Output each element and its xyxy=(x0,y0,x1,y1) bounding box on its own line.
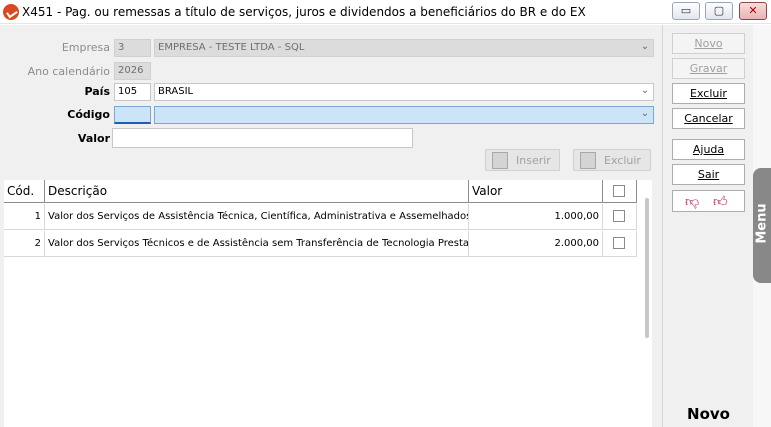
gravar-label: Gravar xyxy=(689,62,728,75)
row-cod: 1 xyxy=(4,204,45,230)
inserir-label: Inserir xyxy=(516,154,551,167)
trash-icon xyxy=(580,152,596,169)
pais-label: País xyxy=(84,85,110,98)
menu-tab-label: Menu xyxy=(754,203,770,244)
codigo-label: Código xyxy=(67,108,110,121)
row-descricao: Valor dos Serviços Técnicos e de Assistê… xyxy=(45,231,469,257)
valor-label: Valor xyxy=(77,132,110,145)
row-select-cell xyxy=(603,231,637,257)
gravar-button[interactable]: Gravar xyxy=(672,58,745,79)
row-descricao: Valor dos Serviços de Assistência Técnic… xyxy=(45,204,469,230)
menu-tab[interactable]: Menu xyxy=(753,168,771,283)
ano-label: Ano calendário xyxy=(27,65,110,78)
row-checkbox[interactable] xyxy=(613,210,625,222)
column-header-valor[interactable]: Valor xyxy=(469,180,603,203)
valor-field[interactable] xyxy=(112,128,413,148)
inserir-button[interactable]: Inserir xyxy=(485,149,560,171)
status-mode: Novo xyxy=(687,405,730,423)
sair-button[interactable]: Sair xyxy=(672,164,745,185)
window-titlebar: X451 - Pag. ou remessas a título de serv… xyxy=(0,0,771,24)
row-valor: 1.000,00 xyxy=(469,204,603,230)
document-icon xyxy=(492,152,508,169)
pais-name: BRASIL xyxy=(158,86,194,97)
minimize-button[interactable]: ▭ xyxy=(672,2,700,20)
ano-field: 2026 xyxy=(114,62,151,80)
thumbs-down-icon[interactable]: 👎︎ xyxy=(685,193,699,210)
column-header-cod[interactable]: Cód. xyxy=(4,180,45,203)
table-header: Cód. Descrição Valor xyxy=(4,180,637,203)
excluir-row-label: Excluir xyxy=(604,154,641,167)
row-checkbox[interactable] xyxy=(613,237,625,249)
items-table: Cód. Descrição Valor 1 Valor dos Serviço… xyxy=(4,180,652,427)
action-sidebar: Novo Gravar Excluir Cancelar Ajuda Sair … xyxy=(662,25,753,427)
pais-select[interactable]: BRASIL ⌄ xyxy=(154,83,654,101)
thumbs-up-icon[interactable]: 👍︎ xyxy=(713,193,728,210)
excluir-row-button[interactable]: Excluir xyxy=(573,149,651,171)
codigo-select[interactable]: ⌄ xyxy=(154,106,654,124)
feedback-buttons: 👎︎ 👍︎ xyxy=(672,190,745,212)
chevron-down-icon[interactable]: ⌄ xyxy=(639,85,651,99)
excluir-label: Excluir xyxy=(690,87,727,100)
table-row[interactable]: 1 Valor dos Serviços de Assistência Técn… xyxy=(4,204,637,230)
close-button[interactable]: ✕ xyxy=(739,2,767,20)
novo-label: Novo xyxy=(694,37,723,50)
excluir-button[interactable]: Excluir xyxy=(672,83,745,104)
vertical-scrollbar[interactable] xyxy=(645,198,649,338)
column-header-descricao[interactable]: Descrição xyxy=(45,180,469,203)
select-all-checkbox[interactable] xyxy=(613,185,625,197)
column-header-select[interactable] xyxy=(603,180,637,203)
empresa-select: EMPRESA - TESTE LTDA - SQL ⌄ xyxy=(154,39,654,57)
maximize-button[interactable]: ▢ xyxy=(705,2,733,20)
row-select-cell xyxy=(603,204,637,230)
chevron-down-icon: ⌄ xyxy=(640,41,650,52)
close-icon: ✕ xyxy=(748,4,758,17)
minimize-icon: ▭ xyxy=(680,4,692,17)
form-panel: Empresa 3 EMPRESA - TESTE LTDA - SQL ⌄ A… xyxy=(0,25,662,427)
ajuda-label: Ajuda xyxy=(692,143,725,156)
codigo-code-field[interactable] xyxy=(114,106,151,124)
app-icon xyxy=(3,4,19,20)
pais-code-field[interactable]: 105 xyxy=(114,83,151,101)
table-row[interactable]: 2 Valor dos Serviços Técnicos e de Assis… xyxy=(4,231,637,257)
empresa-code-field: 3 xyxy=(114,39,151,57)
cancelar-label: Cancelar xyxy=(684,112,733,125)
row-valor: 2.000,00 xyxy=(469,231,603,257)
cancelar-button[interactable]: Cancelar xyxy=(672,108,745,129)
window-title: X451 - Pag. ou remessas a título de serv… xyxy=(22,5,586,19)
empresa-label: Empresa xyxy=(61,41,110,54)
sair-label: Sair xyxy=(697,168,720,181)
ajuda-button[interactable]: Ajuda xyxy=(672,139,745,160)
row-cod: 2 xyxy=(4,231,45,257)
maximize-icon: ▢ xyxy=(713,4,725,17)
empresa-name: EMPRESA - TESTE LTDA - SQL xyxy=(158,42,305,53)
novo-button[interactable]: Novo xyxy=(672,33,745,54)
chevron-down-icon[interactable]: ⌄ xyxy=(639,108,651,122)
